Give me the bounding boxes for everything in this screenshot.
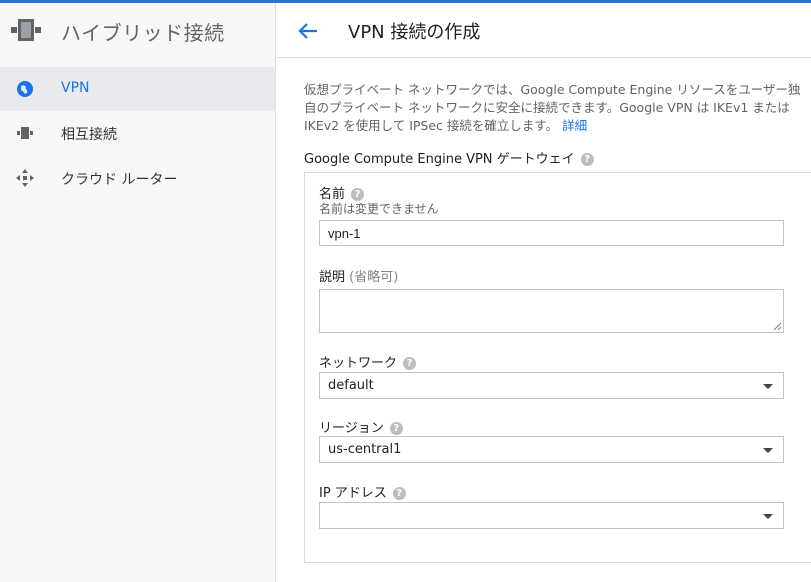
sidebar-item-vpn[interactable]: VPN (0, 67, 275, 111)
ip-address-label-text: IP アドレス (319, 486, 387, 501)
main-content: VPN 接続の作成 仮想プライベート ネットワークでは、Google Compu… (277, 3, 811, 582)
description-label: 説明 (省略可) (319, 266, 398, 285)
help-icon[interactable]: ? (392, 487, 406, 500)
sidebar-header: ハイブリッド接続 (0, 3, 276, 60)
description-body: 仮想プライベート ネットワークでは、Google Compute Engine … (304, 82, 801, 133)
region-select[interactable]: us-central1 (319, 436, 784, 463)
sidebar-title: ハイブリッド接続 (61, 21, 225, 45)
dropdown-caret-icon (763, 514, 773, 519)
section-title-text: Google Compute Engine VPN ゲートウェイ (304, 152, 575, 167)
page-title: VPN 接続の作成 (348, 22, 481, 43)
network-label-text: ネットワーク (319, 356, 398, 371)
interconnect-icon (17, 127, 33, 139)
back-arrow-icon[interactable] (297, 20, 319, 42)
description-text: 仮想プライベート ネットワークでは、Google Compute Engine … (304, 81, 809, 135)
sidebar-item-label: 相互接続 (61, 127, 117, 143)
page-header: VPN 接続の作成 (277, 3, 811, 58)
network-select[interactable]: default (319, 372, 784, 399)
help-icon[interactable]: ? (403, 357, 417, 370)
globe-icon (17, 81, 33, 97)
ip-address-select[interactable] (319, 502, 784, 529)
description-textarea[interactable] (319, 289, 784, 333)
hybrid-connectivity-icon (11, 19, 41, 41)
help-icon[interactable]: ? (580, 153, 594, 166)
sidebar-item-cloud-router[interactable]: クラウド ルーター (0, 156, 275, 200)
optional-text: (省略可) (349, 270, 399, 285)
resize-grip-icon[interactable] (773, 322, 781, 330)
gateway-form-card: 名前? 名前は変更できません 説明 (省略可) ネットワーク? default … (304, 172, 811, 563)
region-label: リージョン? (319, 417, 403, 436)
ip-address-label: IP アドレス? (319, 482, 406, 501)
help-icon[interactable]: ? (389, 422, 403, 435)
learn-more-link[interactable]: 詳細 (562, 118, 587, 133)
region-label-text: リージョン (319, 421, 384, 436)
sidebar-item-label: クラウド ルーター (61, 172, 178, 188)
region-select-value: us-central1 (328, 442, 402, 457)
description-label-text: 説明 (319, 270, 346, 285)
network-select-value: default (328, 378, 374, 393)
router-arrows-icon (16, 169, 34, 187)
sidebar: ハイブリッド接続 VPN 相互接続 クラウド ルーター (0, 3, 276, 582)
network-label: ネットワーク? (319, 352, 417, 371)
sidebar-item-interconnect[interactable]: 相互接続 (0, 111, 275, 155)
name-input[interactable] (319, 220, 784, 246)
name-hint: 名前は変更できません (319, 202, 439, 216)
dropdown-caret-icon (763, 384, 773, 389)
section-title: Google Compute Engine VPN ゲートウェイ? (304, 148, 594, 167)
dropdown-caret-icon (763, 448, 773, 453)
sidebar-item-label: VPN (61, 80, 90, 96)
